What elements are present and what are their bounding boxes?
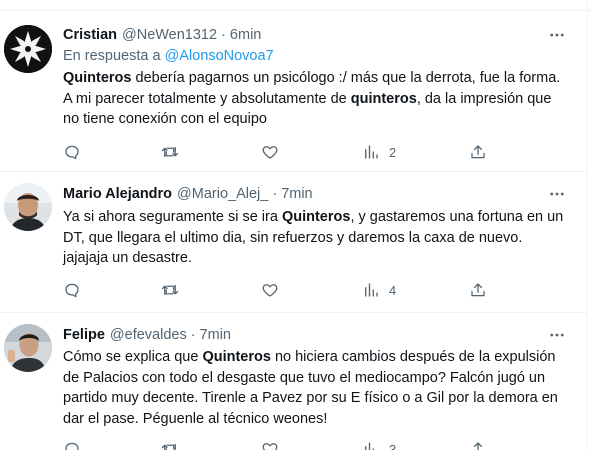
like-button[interactable] — [261, 439, 279, 450]
author-handle[interactable]: @NeWen1312 — [122, 27, 217, 43]
timestamp[interactable]: 7min — [200, 327, 231, 343]
tweet-header: Mario Alejandro @Mario_Alej_ · 7min — [63, 184, 313, 204]
tweet-text: Quinteros debería pagarnos un psicólogo … — [63, 68, 568, 130]
highlighted-term: quinteros — [350, 90, 417, 107]
more-icon — [550, 192, 564, 196]
separator-dot: · — [221, 27, 226, 43]
like-button[interactable] — [261, 142, 279, 162]
more-options-button[interactable] — [546, 325, 568, 345]
share-button[interactable] — [469, 280, 487, 300]
reply-mention-link[interactable]: @AlonsoNovoa7 — [165, 48, 274, 64]
reply-context: En respuesta a @AlonsoNovoa7 — [63, 48, 274, 64]
tweet-text: Ya si ahora seguramente si se ira Quinte… — [63, 207, 568, 269]
tweet-header: Felipe @efevaldes · 7min — [63, 325, 231, 345]
retweet-icon — [161, 443, 178, 450]
reply-prefix: En respuesta a — [63, 48, 161, 64]
reply-icon — [65, 442, 79, 450]
heart-icon — [262, 146, 278, 159]
share-button[interactable] — [469, 142, 487, 162]
reply-icon — [65, 145, 79, 160]
more-options-button[interactable] — [546, 184, 568, 204]
heart-icon — [262, 284, 278, 297]
views-button[interactable]: 4 — [362, 280, 396, 300]
avatar[interactable] — [4, 324, 52, 372]
highlighted-term: Quinteros — [63, 70, 132, 86]
reply-button[interactable] — [63, 280, 81, 300]
highlighted-term: Quinteros — [202, 349, 271, 365]
more-icon — [550, 333, 564, 337]
separator-dot: · — [272, 186, 278, 202]
views-button[interactable]: 2 — [362, 142, 396, 162]
text-segment: Cómo se explica que — [63, 349, 203, 365]
share-icon — [471, 145, 485, 159]
views-button[interactable]: 3 — [362, 439, 396, 450]
share-icon — [471, 283, 485, 297]
tweet-card[interactable]: Cristian @NeWen1312 · 6min En respuesta … — [0, 11, 588, 172]
views-icon — [365, 283, 378, 297]
reply-button[interactable] — [63, 142, 81, 162]
tweet-header: Cristian @NeWen1312 · 6min — [63, 25, 261, 45]
author-handle[interactable]: @Mario_Alej_ — [177, 186, 268, 202]
avatar[interactable] — [4, 183, 52, 231]
highlighted-term: Quinteros — [281, 209, 351, 225]
like-button[interactable] — [261, 280, 279, 300]
action-bar: 4 — [63, 280, 493, 300]
views-count: 2 — [389, 144, 397, 160]
action-bar: 3 — [63, 439, 493, 450]
star-logo-icon — [4, 25, 52, 73]
timestamp[interactable]: 6min — [230, 27, 261, 43]
author-name[interactable]: Felipe — [63, 327, 105, 343]
tweet-card[interactable]: Felipe @efevaldes · 7min Cómo se explica… — [0, 314, 588, 450]
timestamp[interactable]: 7min — [281, 186, 312, 202]
share-button[interactable] — [469, 439, 487, 450]
user-photo-icon — [4, 324, 52, 372]
author-name[interactable]: Mario Alejandro — [63, 186, 172, 202]
action-bar: 2 — [63, 142, 493, 162]
avatar[interactable] — [4, 25, 52, 73]
retweet-button[interactable] — [161, 280, 179, 300]
more-icon — [550, 33, 564, 37]
share-icon — [471, 442, 485, 450]
user-photo-icon — [4, 183, 52, 231]
separator-dot: · — [190, 327, 196, 343]
retweet-button[interactable] — [161, 142, 179, 162]
tweet-card[interactable]: Mario Alejandro @Mario_Alej_ · 7min Ya s… — [0, 173, 588, 313]
reply-icon — [65, 283, 79, 298]
heart-icon — [262, 443, 278, 450]
more-options-button[interactable] — [546, 25, 568, 45]
retweet-icon — [161, 146, 179, 158]
views-count: 4 — [389, 282, 397, 298]
reply-button[interactable] — [63, 439, 81, 450]
views-icon — [365, 442, 374, 450]
views-icon — [365, 145, 378, 159]
author-name[interactable]: Cristian — [63, 27, 117, 43]
text-segment: Ya si ahora seguramente si se ira — [63, 209, 282, 225]
retweet-icon — [161, 284, 179, 296]
retweet-button[interactable] — [161, 439, 179, 450]
views-count: 3 — [389, 441, 397, 450]
tweet-text: Cómo se explica que Quinteros no hiciera… — [63, 347, 568, 429]
author-handle[interactable]: @efevaldes — [110, 327, 187, 343]
